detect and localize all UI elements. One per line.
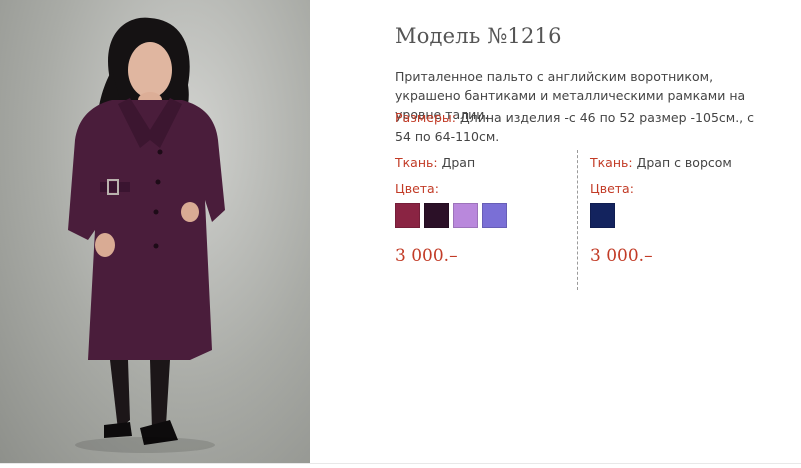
- color-swatches: [590, 203, 765, 228]
- bottom-divider: [0, 463, 801, 464]
- color-swatch[interactable]: [395, 203, 420, 228]
- fabric-line: Ткань: Драп с ворсом: [590, 155, 765, 170]
- fabric-label: Ткань:: [590, 155, 633, 170]
- price: 3 000.–: [590, 246, 653, 266]
- variant-column-1: Ткань: Драп Цвета: 3 000.–: [395, 155, 570, 266]
- color-swatch[interactable]: [482, 203, 507, 228]
- variant-column-2: Ткань: Драп с ворсом Цвета: 3 000.–: [590, 155, 765, 266]
- variant-divider: [577, 150, 578, 290]
- fabric-value: Драп: [437, 155, 476, 170]
- color-swatch[interactable]: [590, 203, 615, 228]
- fabric-label: Ткань:: [395, 155, 438, 170]
- product-page: Модель №1216 Приталенное пальто с англий…: [0, 0, 801, 468]
- colors-label: Цвета:: [395, 181, 439, 196]
- color-swatches: [395, 203, 570, 228]
- fabric-line: Ткань: Драп: [395, 155, 570, 170]
- color-swatch[interactable]: [453, 203, 478, 228]
- product-title: Модель №1216: [395, 24, 562, 48]
- colors-label: Цвета:: [590, 181, 634, 196]
- price: 3 000.–: [395, 246, 458, 266]
- product-photo: [0, 0, 310, 463]
- product-sizes: Размеры: Длина изделия -с 46 по 52 разме…: [395, 108, 767, 146]
- color-swatch[interactable]: [424, 203, 449, 228]
- model-in-coat-image: [68, 17, 225, 453]
- fabric-value: Драп с ворсом: [632, 155, 732, 170]
- sizes-label: Размеры:: [395, 110, 456, 125]
